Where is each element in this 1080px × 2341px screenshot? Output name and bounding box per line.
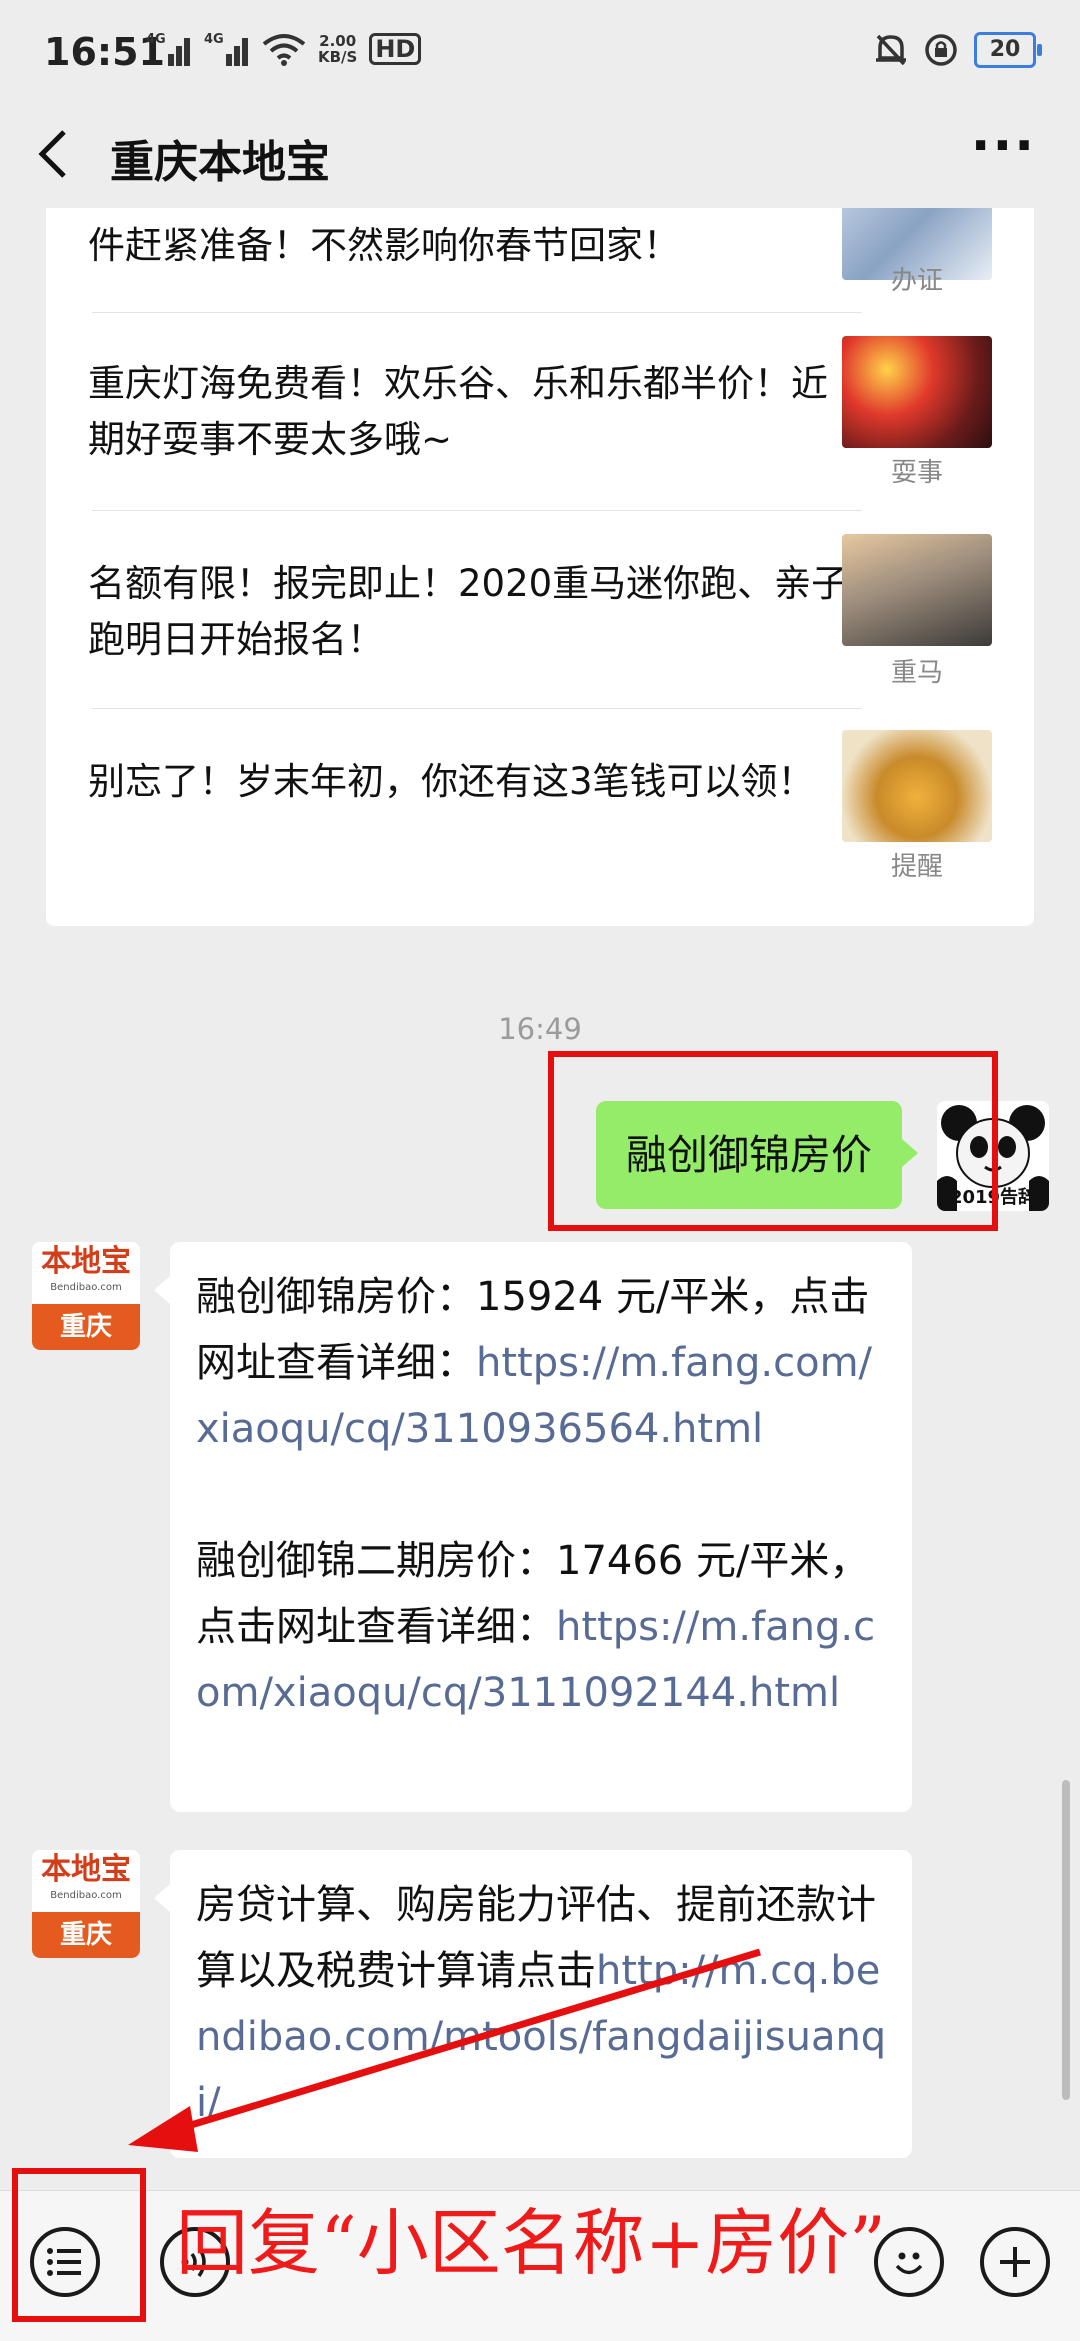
article-thumbnail[interactable] [842,336,992,448]
scrollbar[interactable] [1062,1780,1070,2100]
signal-icon: 4G [204,32,250,66]
status-bar: 16:51 4G 4G 2.00 KB/S HD 20 [0,0,1080,112]
article-tag: 办证 [890,266,943,296]
lock-rotation-icon [925,34,957,66]
article-title[interactable]: 名额有限！报完即止！2020重马迷你跑、亲子跑明日开始报名！ [88,556,854,668]
article-title[interactable]: 件赶紧准备！不然影响你春节回家！ [88,218,854,274]
back-icon[interactable] [34,126,74,196]
nav-bar: 重庆本地宝 ··· [0,112,1080,208]
article-list-card: 件赶紧准备！不然影响你春节回家！ 办证 重庆灯海免费看！欢乐谷、乐和乐都半价！近… [46,208,1034,926]
signal-icon: 4G [146,32,192,66]
bot-message-bubble: 房贷计算、购房能力评估、提前还款计算以及税费计算请点击http://m.cq.b… [154,1850,912,2158]
hd-icon: HD [369,33,422,65]
page-title: 重庆本地宝 [110,137,330,188]
avatar-site-text: Bendibao.com [50,1282,122,1293]
bot-avatar[interactable]: 本地宝 Bendibao.com 重庆 [32,1850,140,1958]
battery-icon: 20 [974,32,1042,68]
article-tag: 提醒 [890,852,943,882]
avatar-logo-text: 本地宝 [41,1244,131,1279]
bot-message-bubble: 融创御锦房价：15924 元/平米，点击网址查看详细：https://m.fan… [154,1242,912,1812]
more-options-icon[interactable]: ··· [971,116,1036,176]
avatar-logo-text: 本地宝 [41,1852,131,1887]
wifi-icon [262,34,306,66]
avatar-site-text: Bendibao.com [50,1890,122,1901]
plus-icon[interactable] [980,2227,1050,2297]
annotation-text: 回复“小区名称+房价” [176,2201,886,2285]
avatar-city-text: 重庆 [32,1304,140,1350]
highlight-box [548,1051,998,1231]
divider [92,312,862,313]
highlight-box [12,2168,146,2322]
chat-timestamp: 16:49 [498,1012,582,1046]
article-thumbnail[interactable] [842,534,992,646]
divider [92,510,862,511]
bell-muted-icon [876,34,906,66]
article-tag: 重马 [890,658,943,688]
article-title[interactable]: 别忘了！岁末年初，你还有这3笔钱可以领！ [88,754,854,810]
status-right: 20 [874,32,1042,68]
bot-avatar[interactable]: 本地宝 Bendibao.com 重庆 [32,1242,140,1350]
network-speed: 2.00 KB/S [318,32,358,66]
article-thumbnail[interactable] [842,730,992,842]
article-title[interactable]: 重庆灯海免费看！欢乐谷、乐和乐都半价！近期好耍事不要太多哦~ [88,356,854,468]
divider [92,708,862,709]
article-tag: 耍事 [890,458,943,488]
avatar-city-text: 重庆 [32,1912,140,1958]
status-icons: 4G 4G 2.00 KB/S HD [146,32,422,66]
